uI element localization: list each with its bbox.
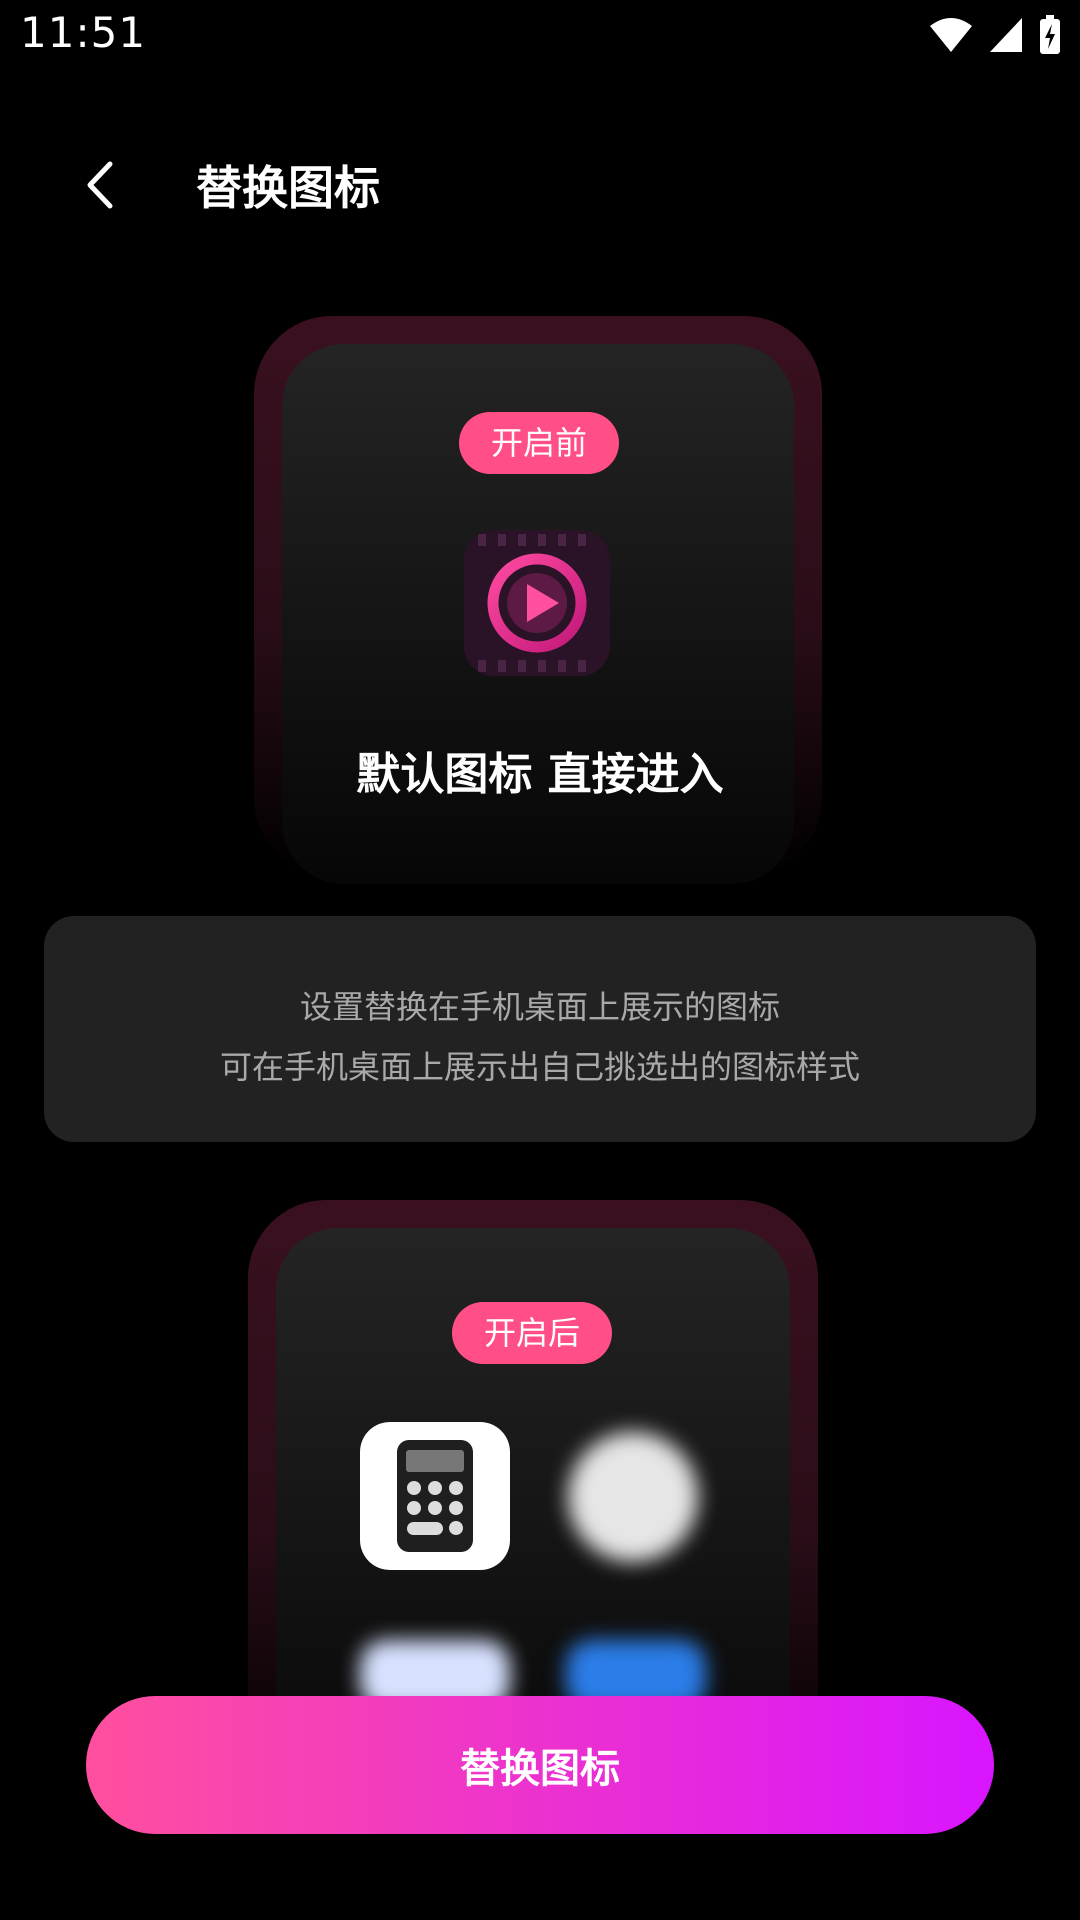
play-circle-film-icon (464, 530, 610, 676)
blurred-app-icon (568, 1432, 698, 1562)
default-icon-caption: 默认图标 直接进入 (356, 749, 724, 800)
calculator-app-icon (360, 1422, 510, 1570)
calculator-icon (397, 1440, 473, 1552)
before-badge: 开启前 (459, 412, 619, 474)
status-icons (928, 14, 1062, 56)
replace-icon-button[interactable]: 替换图标 (86, 1696, 994, 1834)
page-title: 替换图标 (196, 161, 380, 215)
battery-charging-icon (1040, 15, 1060, 54)
back-button[interactable] (70, 155, 130, 215)
info-card: 设置替换在手机桌面上展示的图标 可在手机桌面上展示出自己挑选出的图标样式 (44, 916, 1036, 1142)
chevron-left-icon (87, 161, 113, 209)
info-line-1: 设置替换在手机桌面上展示的图标 (299, 988, 780, 1026)
status-time: 11:51 (20, 8, 147, 57)
info-line-2: 可在手机桌面上展示出自己挑选出的图标样式 (219, 1048, 860, 1086)
wifi-icon (930, 18, 972, 52)
status-bar: 11:51 (0, 0, 1080, 72)
default-app-icon (464, 530, 610, 676)
cellular-signal-icon (990, 18, 1022, 52)
after-badge: 开启后 (452, 1302, 612, 1364)
